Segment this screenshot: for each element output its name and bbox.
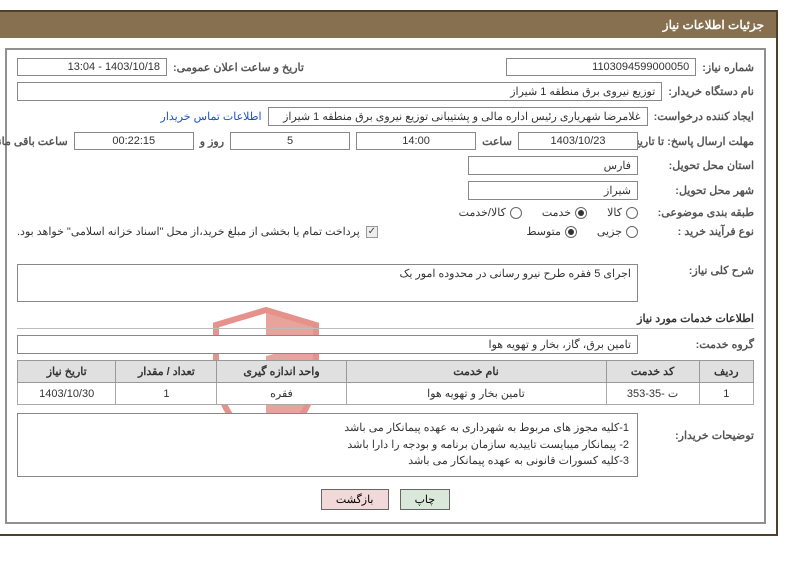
th-unit: واحد اندازه گیری — [218, 361, 347, 383]
radio-medium-label: متوسط — [527, 225, 562, 238]
days-label: روز و — [201, 135, 225, 148]
radio-goods-service-label: کالا/خدمت — [460, 206, 507, 219]
need-number-value: 1103094599000050 — [507, 58, 697, 76]
td-name: تامین بخار و تهویه هوا — [347, 383, 607, 405]
td-date: 1403/10/30 — [19, 383, 117, 405]
radio-service[interactable]: خدمت — [543, 206, 588, 219]
radio-minor[interactable]: جزیی — [598, 225, 639, 238]
content: Aria Tender .net شماره نیاز: 11030945990… — [6, 48, 767, 524]
th-code: کد خدمت — [607, 361, 700, 383]
buyer-org-label: نام دستگاه خریدار: — [669, 85, 755, 98]
td-code: ت -35-353 — [607, 383, 700, 405]
td-qty: 1 — [117, 383, 218, 405]
td-unit: فقره — [218, 383, 347, 405]
main-frame: جزئیات اطلاعات نیاز Aria Tender .net شما… — [0, 10, 779, 536]
province-value: فارس — [469, 156, 639, 175]
radio-goods[interactable]: کالا — [608, 206, 639, 219]
row-buyer-notes: توضیحات خریدار: 1-کلیه مجوز های مربوط به… — [18, 413, 755, 477]
buyer-notes-box: 1-کلیه مجوز های مربوط به شهرداری به عهده… — [18, 413, 639, 477]
row-city: شهر محل تحویل: شیراز — [18, 181, 755, 200]
row-province: استان محل تحویل: فارس — [18, 156, 755, 175]
hours-remaining-value: 00:22:15 — [75, 132, 195, 150]
print-button[interactable]: چاپ — [401, 489, 452, 510]
deadline-date-value: 1403/10/23 — [519, 132, 639, 150]
row-general-desc: شرح کلی نیاز: اجرای 5 فقره طرح نیرو رسان… — [18, 264, 755, 302]
radio-service-label: خدمت — [543, 206, 572, 219]
radio-goods-label: کالا — [608, 206, 623, 219]
deadline-time-value: 14:00 — [357, 132, 477, 150]
row-deadline: مهلت ارسال پاسخ: تا تاریخ: 1403/10/23 سا… — [18, 132, 755, 150]
th-row: ردیف — [700, 361, 754, 383]
row-process: نوع فرآیند خرید : جزیی متوسط پرداخت تمام… — [18, 225, 755, 238]
payment-checkbox[interactable] — [367, 226, 379, 238]
buyer-contact-link[interactable]: اطلاعات تماس خریدار — [162, 110, 263, 123]
city-value: شیراز — [469, 181, 639, 200]
row-service-group: گروه خدمت: تامین برق، گاز، بخار و تهویه … — [18, 335, 755, 354]
city-label: شهر محل تحویل: — [645, 184, 755, 197]
hours-label: ساعت باقی مانده — [0, 135, 69, 148]
general-desc-value: اجرای 5 فقره طرح نیرو رسانی در محدوده ام… — [18, 264, 639, 302]
requester-label: ایجاد کننده درخواست: — [655, 110, 755, 123]
button-row: چاپ بازگشت — [18, 489, 755, 510]
th-name: نام خدمت — [347, 361, 607, 383]
general-desc-label: شرح کلی نیاز: — [645, 264, 755, 277]
row-category: طبقه بندی موضوعی: کالا خدمت کالا/خدمت — [18, 206, 755, 219]
service-group-label: گروه خدمت: — [645, 338, 755, 351]
th-date: تاریخ نیاز — [19, 361, 117, 383]
deadline-label: مهلت ارسال پاسخ: تا تاریخ: — [645, 135, 755, 148]
row-need-number: شماره نیاز: 1103094599000050 تاریخ و ساع… — [18, 58, 755, 76]
payment-note: پرداخت تمام یا بخشی از مبلغ خرید،از محل … — [18, 225, 361, 238]
table-row: 1 ت -35-353 تامین بخار و تهویه هوا فقره … — [19, 383, 755, 405]
days-remaining-value: 5 — [231, 132, 351, 150]
back-button[interactable]: بازگشت — [322, 489, 390, 510]
th-qty: تعداد / مقدار — [117, 361, 218, 383]
deadline-time-label: ساعت — [483, 135, 513, 148]
radio-medium[interactable]: متوسط — [527, 225, 578, 238]
services-table: ردیف کد خدمت نام خدمت واحد اندازه گیری ت… — [18, 360, 755, 405]
row-buyer-org: نام دستگاه خریدار: توزیع نیروی برق منطقه… — [18, 82, 755, 101]
row-requester: ایجاد کننده درخواست: غلامرضا شهریاری رئی… — [18, 107, 755, 126]
service-group-value: تامین برق، گاز، بخار و تهویه هوا — [18, 335, 639, 354]
services-section-title: اطلاعات خدمات مورد نیاز — [18, 312, 755, 329]
province-label: استان محل تحویل: — [645, 159, 755, 172]
process-label: نوع فرآیند خرید : — [645, 225, 755, 238]
need-number-label: شماره نیاز: — [703, 61, 755, 74]
buyer-note-line-1: 1-کلیه مجوز های مربوط به شهرداری به عهده… — [27, 420, 630, 437]
announce-datetime-label: تاریخ و ساعت اعلان عمومی: — [174, 61, 305, 74]
td-row: 1 — [700, 383, 754, 405]
announce-datetime-value: 1403/10/18 - 13:04 — [18, 58, 168, 76]
requester-value: غلامرضا شهریاری رئیس اداره مالی و پشتیبا… — [269, 107, 649, 126]
buyer-org-value: توزیع نیروی برق منطقه 1 شیراز — [18, 82, 663, 101]
buyer-notes-label: توضیحات خریدار: — [645, 413, 755, 442]
radio-goods-service[interactable]: کالا/خدمت — [460, 206, 523, 219]
category-label: طبقه بندی موضوعی: — [645, 206, 755, 219]
buyer-note-line-2: 2- پیمانکار میبایست تاییدیه سازمان برنام… — [27, 437, 630, 454]
page-title: جزئیات اطلاعات نیاز — [0, 12, 777, 38]
buyer-note-line-3: 3-کلیه کسورات قانونی به عهده پیمانکار می… — [27, 453, 630, 470]
radio-minor-label: جزیی — [598, 225, 623, 238]
